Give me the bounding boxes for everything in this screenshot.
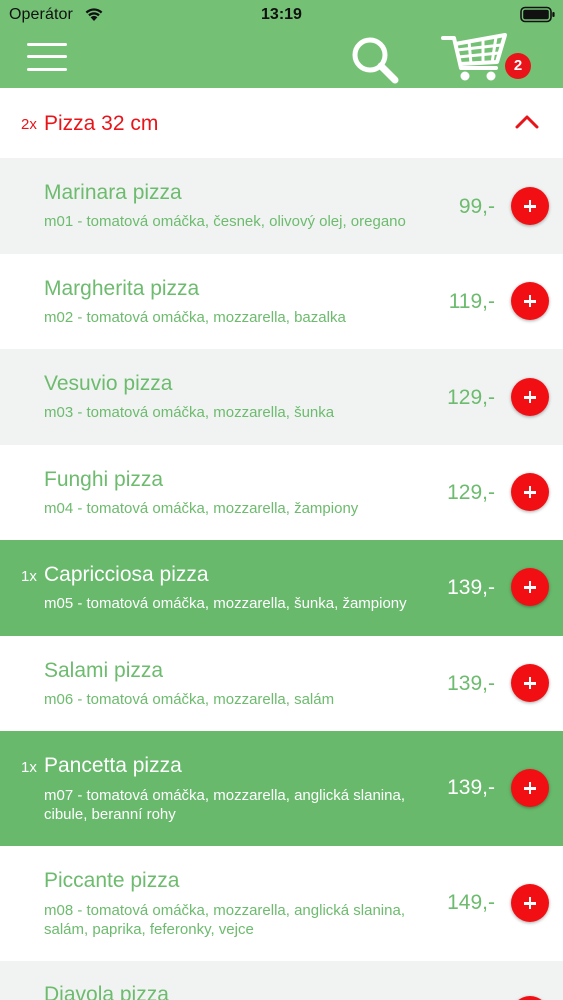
- product-quantity: 1x: [21, 759, 37, 776]
- app-header: Operátor 13:19 2: [0, 0, 563, 88]
- category-header[interactable]: 2x Pizza 32 cm: [0, 88, 563, 158]
- product-row-piccante[interactable]: Piccante pizza m08 - tomatová omáčka, mo…: [0, 846, 563, 961]
- product-price: 129,-: [447, 386, 495, 409]
- add-to-cart-button[interactable]: [511, 996, 549, 1000]
- status-time: 13:19: [261, 6, 302, 23]
- product-price: 139,-: [447, 672, 495, 695]
- product-description: m07 - tomatová omáčka, mozzarella, angli…: [44, 787, 405, 823]
- product-name: Vesuvio pizza: [44, 372, 173, 395]
- product-description: m06 - tomatová omáčka, mozzarella, salám: [44, 691, 335, 708]
- status-bar: Operátor 13:19: [0, 0, 563, 30]
- search-icon[interactable]: [349, 34, 401, 86]
- product-name: Pancetta pizza: [44, 754, 182, 777]
- product-description: m01 - tomatová omáčka, česnek, olivový o…: [44, 213, 406, 230]
- add-to-cart-button[interactable]: [511, 664, 549, 702]
- add-to-cart-button[interactable]: [511, 884, 549, 922]
- add-to-cart-button[interactable]: [511, 568, 549, 606]
- shopping-cart-icon[interactable]: [441, 32, 511, 84]
- product-description: m04 - tomatová omáčka, mozzarella, žampi…: [44, 500, 359, 517]
- add-to-cart-button[interactable]: [511, 473, 549, 511]
- product-description: m05 - tomatová omáčka, mozzarella, šunka…: [44, 595, 407, 612]
- product-name: Margherita pizza: [44, 277, 200, 300]
- product-row-diavola[interactable]: Diavola pizza: [0, 961, 563, 1000]
- product-row-vesuvio[interactable]: Vesuvio pizza m03 - tomatová omáčka, moz…: [0, 349, 563, 445]
- product-row-salami[interactable]: Salami pizza m06 - tomatová omáčka, mozz…: [0, 636, 563, 731]
- category-title: Pizza 32 cm: [44, 112, 159, 135]
- product-price: 119,-: [448, 290, 495, 313]
- product-price: 129,-: [447, 481, 495, 504]
- product-price: 99,-: [458, 195, 495, 218]
- hamburger-menu-icon[interactable]: [27, 41, 67, 73]
- category-quantity: 2x: [21, 116, 37, 133]
- product-price: 139,-: [447, 776, 495, 799]
- product-description: m03 - tomatová omáčka, mozzarella, šunka: [44, 404, 335, 421]
- add-to-cart-button[interactable]: [511, 769, 549, 807]
- product-price: 139,-: [447, 576, 495, 599]
- product-row-pancetta[interactable]: 1x Pancetta pizza m07 - tomatová omáčka,…: [0, 731, 563, 846]
- product-quantity: 1x: [21, 568, 37, 585]
- product-row-margherita[interactable]: Margherita pizza m02 - tomatová omáčka, …: [0, 254, 563, 349]
- add-to-cart-button[interactable]: [511, 282, 549, 320]
- product-name: Funghi pizza: [44, 468, 164, 491]
- add-to-cart-button[interactable]: [511, 187, 549, 225]
- cart-count-badge: 2: [505, 53, 531, 79]
- product-name: Salami pizza: [44, 659, 164, 682]
- battery-icon: [520, 6, 555, 23]
- product-name: Diavola pizza: [44, 983, 169, 1000]
- product-name: Piccante pizza: [44, 869, 180, 892]
- product-description: m08 - tomatová omáčka, mozzarella, angli…: [44, 902, 405, 938]
- product-description: m02 - tomatová omáčka, mozzarella, bazal…: [44, 309, 346, 326]
- chevron-up-icon[interactable]: [514, 114, 540, 130]
- product-name: Capricciosa pizza: [44, 563, 209, 586]
- add-to-cart-button[interactable]: [511, 378, 549, 416]
- nav-bar: 2: [0, 30, 563, 88]
- product-name: Marinara pizza: [44, 181, 182, 204]
- product-row-capricciosa[interactable]: 1x Capricciosa pizza m05 - tomatová omáč…: [0, 540, 563, 636]
- product-row-marinara[interactable]: Marinara pizza m01 - tomatová omáčka, če…: [0, 158, 563, 254]
- product-row-funghi[interactable]: Funghi pizza m04 - tomatová omáčka, mozz…: [0, 445, 563, 540]
- product-price: 149,-: [447, 891, 495, 914]
